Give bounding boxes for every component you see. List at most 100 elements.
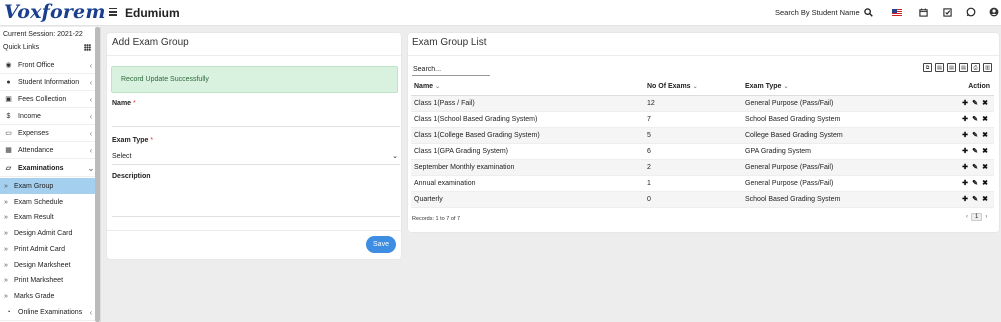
table-row: Annual examination 1 General Purpose (Pa… [411,175,994,192]
task-check-icon[interactable] [941,6,953,18]
cell-actions: ✚ ✎ ✖ [926,95,994,112]
delete-icon[interactable]: ✖ [980,115,990,123]
quick-links[interactable]: Quick Links [3,44,39,51]
success-alert: Record Update Successfully [111,66,398,93]
sidebar-subitem-exam-schedule[interactable]: » Exam Schedule [0,194,95,210]
add-icon[interactable]: ✚ [960,115,970,123]
edit-icon[interactable]: ✎ [970,179,980,187]
double-chevron-icon: » [4,198,8,206]
column-header-label: No Of Exams [647,83,691,91]
sidebar-item-fees-collection[interactable]: ▣ Fees Collection ‹ [0,91,95,108]
sidebar-subitem-design-marksheet[interactable]: » Design Marksheet [0,257,95,273]
sidebar-item-online-examinations[interactable]: ◔ Online Examinations ‹ [0,304,95,321]
cell-no-of-exams: 0 [644,191,742,208]
delete-icon[interactable]: ✖ [980,179,990,187]
front-office-icon: ◉ [5,62,12,69]
records-count: Records: 1 to 7 of 7 [412,216,460,222]
cell-name: Class 1(Pass / Fail) [411,95,644,112]
sidebar-subitem-exam-group[interactable]: » Exam Group [0,178,100,194]
sidebar-scrollbar[interactable] [95,27,100,322]
edit-icon[interactable]: ✎ [970,131,980,139]
delete-icon[interactable]: ✖ [980,163,990,171]
column-header-no-of-exams[interactable]: No Of Exams ⌄ [644,79,742,96]
chevron-left-icon: ‹ [89,128,93,138]
exam-group-table: Name ⌄ No Of Exams ⌄ Exam Type ⌄ Action Cla… [411,79,994,208]
sidebar-subitem-print-admit-card[interactable]: » Print Admit Card [0,241,95,257]
add-icon[interactable]: ✚ [960,163,970,171]
grid-icon[interactable] [84,44,91,51]
save-button[interactable]: Save [366,236,396,253]
copy-icon[interactable]: ⧉ [923,63,932,72]
delete-icon[interactable]: ✖ [980,147,990,155]
list-search-input[interactable] [412,63,490,76]
description-textarea[interactable] [112,216,400,217]
sidebar-item-front-office[interactable]: ◉ Front Office ‹ [0,57,95,74]
sort-icon: ⌄ [435,84,441,91]
name-input[interactable] [112,126,400,127]
prev-page-icon[interactable]: ‹ [966,214,968,220]
cell-actions: ✚ ✎ ✖ [926,127,994,144]
pagination: ‹ 1 › [966,213,987,221]
edit-icon[interactable]: ✎ [970,99,980,107]
sidebar-item-label: Expenses [18,129,49,137]
current-session: Current Session: 2021-22 [3,31,83,38]
student-search-input[interactable]: Search By Student Name [775,8,860,17]
sidebar-item-income[interactable]: $ Income ‹ [0,108,95,125]
cell-actions: ✚ ✎ ✖ [926,111,994,128]
sidebar-subitem-marks-grade[interactable]: » Marks Grade [0,288,95,304]
cell-name: Class 1(GPA Grading System) [411,143,644,160]
edit-icon[interactable]: ✎ [970,147,980,155]
exam-type-select[interactable]: Select ⌄ [112,149,400,163]
sidebar-subitem-design-admit-card[interactable]: » Design Admit Card [0,225,95,241]
flag-icon[interactable] [891,6,903,18]
search-icon[interactable] [862,6,874,18]
description-label: Description [112,173,151,180]
calendar-icon: ▦ [5,147,12,154]
sidebar-subitem-exam-result[interactable]: » Exam Result [0,209,95,225]
next-page-icon[interactable]: › [985,214,987,220]
chevron-left-icon: ‹ [89,307,93,317]
sidebar-subitem-label: Design Admit Card [14,229,73,237]
whatsapp-icon[interactable] [965,6,977,18]
excel-icon[interactable]: ▤ [935,63,944,72]
user-avatar-icon[interactable] [988,6,1000,18]
print-icon[interactable]: ⎙ [971,63,980,72]
delete-icon[interactable]: ✖ [980,99,990,107]
csv-icon[interactable]: ▤ [947,63,956,72]
exam-group-list-panel: Exam Group List ⧉ ▤ ▤ ▤ ⎙ ▥ Name⌄ No Of … [408,33,999,232]
double-chevron-icon: » [4,182,8,190]
pdf-icon[interactable]: ▤ [959,63,968,72]
page-number[interactable]: 1 [971,213,983,221]
delete-icon[interactable]: ✖ [980,195,990,203]
sidebar-subitem-print-marksheet[interactable]: » Print Marksheet [0,272,95,288]
add-icon[interactable]: ✚ [960,195,970,203]
column-header-name[interactable]: Name ⌄ [411,79,644,96]
required-mark: * [150,137,154,144]
table-row: September Monthly examination 2 General … [411,159,994,176]
add-icon[interactable]: ✚ [960,179,970,187]
menu-toggle-icon[interactable] [109,8,117,16]
edit-icon[interactable]: ✎ [970,163,980,171]
edit-icon[interactable]: ✎ [970,195,980,203]
add-icon[interactable]: ✚ [960,147,970,155]
panel-title: Add Exam Group [112,37,189,48]
column-header-exam-type[interactable]: Exam Type ⌄ [742,79,927,96]
calendar-icon[interactable] [917,6,929,18]
name-label-text: Name [112,100,132,107]
cell-name: September Monthly examination [411,159,644,176]
delete-icon[interactable]: ✖ [980,131,990,139]
add-icon[interactable]: ✚ [960,99,970,107]
sidebar-item-attendance[interactable]: ▦ Attendance ‹ [0,142,95,159]
divider [107,230,401,231]
edit-icon[interactable]: ✎ [970,115,980,123]
sidebar-item-student-information[interactable]: ● Student Information ‹ [0,74,95,91]
logo[interactable]: Voxforem [4,1,106,23]
sidebar-item-examinations[interactable]: ▱ Examinations ⌄ [0,160,95,177]
student-icon: ● [6,78,11,86]
add-icon[interactable]: ✚ [960,131,970,139]
sidebar-item-expenses[interactable]: ▭ Expenses ‹ [0,125,95,142]
chevron-left-icon: ‹ [89,94,93,104]
sidebar-subitem-label: Print Marksheet [14,276,64,284]
table-row: Class 1(Pass / Fail) 12 General Purpose … [411,95,994,112]
columns-icon[interactable]: ▥ [983,63,992,72]
